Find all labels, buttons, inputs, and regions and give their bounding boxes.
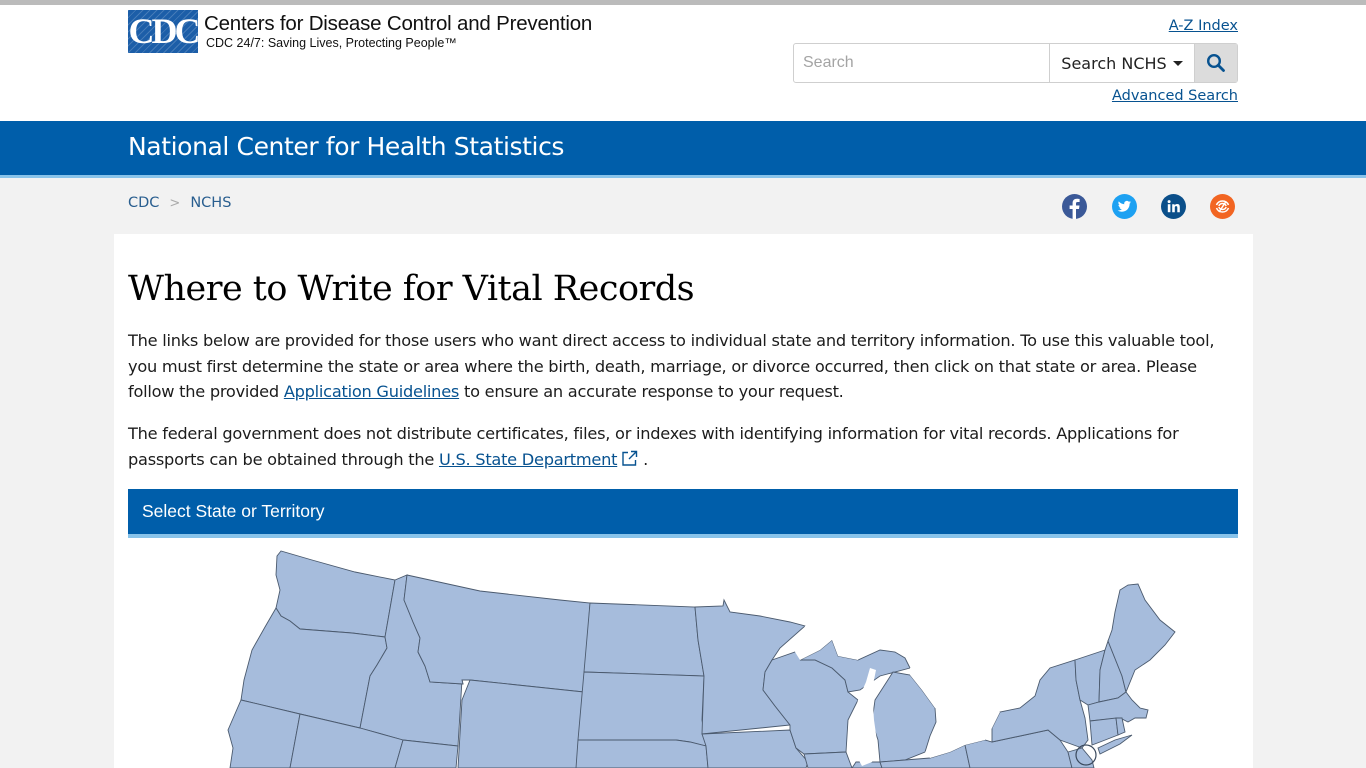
state-south-dakota[interactable] bbox=[577, 671, 707, 747]
search-form: Search NCHS bbox=[793, 43, 1238, 83]
org-name: Centers for Disease Control and Preventi… bbox=[204, 12, 593, 35]
caret-down-icon bbox=[1172, 60, 1183, 66]
page-title: Where to Write for Vital Records bbox=[128, 269, 695, 309]
passport-paragraph: The federal government does not distribu… bbox=[128, 421, 1238, 472]
twitter-button[interactable] bbox=[1112, 194, 1137, 219]
intro-paragraph: The links below are provided for those u… bbox=[128, 328, 1238, 405]
state-montana[interactable] bbox=[403, 574, 591, 693]
passport-text-end: . bbox=[638, 449, 649, 469]
search-input[interactable] bbox=[794, 44, 1049, 82]
site-title-bar: National Center for Health Statistics bbox=[0, 121, 1366, 178]
syndication-icon bbox=[1215, 200, 1230, 213]
state-nebraska[interactable] bbox=[575, 739, 709, 768]
search-button[interactable] bbox=[1194, 44, 1237, 82]
select-state-panel-header: Select State or Territory bbox=[128, 489, 1238, 538]
state-department-link[interactable]: U.S. State Department bbox=[439, 450, 618, 469]
application-guidelines-link[interactable]: Application Guidelines bbox=[284, 382, 460, 401]
breadcrumb-item-cdc[interactable]: CDC bbox=[128, 195, 159, 211]
twitter-icon bbox=[1117, 200, 1131, 212]
logo-text: Centers for Disease Control and Preventi… bbox=[204, 12, 592, 50]
search-icon bbox=[1206, 53, 1225, 72]
breadcrumb-item-nchs[interactable]: NCHS bbox=[190, 195, 231, 211]
external-link-icon bbox=[622, 450, 638, 466]
intro-text-end: to ensure an accurate response to your r… bbox=[459, 382, 844, 401]
org-tagline: CDC 24/7: Saving Lives, Protecting Peopl… bbox=[206, 36, 457, 50]
site-title[interactable]: National Center for Health Statistics bbox=[128, 132, 564, 161]
search-scope-label: Search NCHS bbox=[1061, 53, 1167, 73]
syndication-button[interactable] bbox=[1210, 194, 1235, 219]
breadcrumb: CDC > NCHS bbox=[128, 195, 231, 211]
linkedin-icon bbox=[1167, 200, 1180, 213]
cdc-logo-mark: CDC bbox=[128, 10, 201, 53]
passport-text: The federal government does not distribu… bbox=[128, 424, 1179, 469]
state-new-jersey[interactable] bbox=[1067, 747, 1095, 768]
a-z-index-link[interactable]: A-Z Index bbox=[1169, 18, 1238, 34]
us-map bbox=[114, 534, 1253, 768]
state-wyoming[interactable] bbox=[457, 679, 585, 768]
states-group bbox=[227, 550, 1176, 768]
panel-title: Select State or Territory bbox=[142, 501, 325, 521]
main-content: Where to Write for Vital Records The lin… bbox=[114, 234, 1253, 768]
facebook-icon bbox=[1069, 198, 1080, 219]
breadcrumb-separator: > bbox=[169, 195, 181, 211]
advanced-search-link[interactable]: Advanced Search bbox=[1112, 88, 1238, 104]
state-illinois[interactable] bbox=[803, 751, 853, 768]
facebook-button[interactable] bbox=[1062, 194, 1087, 219]
us-map-svg bbox=[227, 550, 1176, 768]
state-north-dakota[interactable] bbox=[583, 602, 705, 677]
cdc-logo[interactable]: CDC Centers for Disease Control and Prev… bbox=[128, 10, 608, 60]
state-rhode-island[interactable] bbox=[1115, 717, 1126, 736]
search-scope-dropdown[interactable]: Search NCHS bbox=[1049, 44, 1194, 82]
linkedin-button[interactable] bbox=[1161, 194, 1186, 219]
